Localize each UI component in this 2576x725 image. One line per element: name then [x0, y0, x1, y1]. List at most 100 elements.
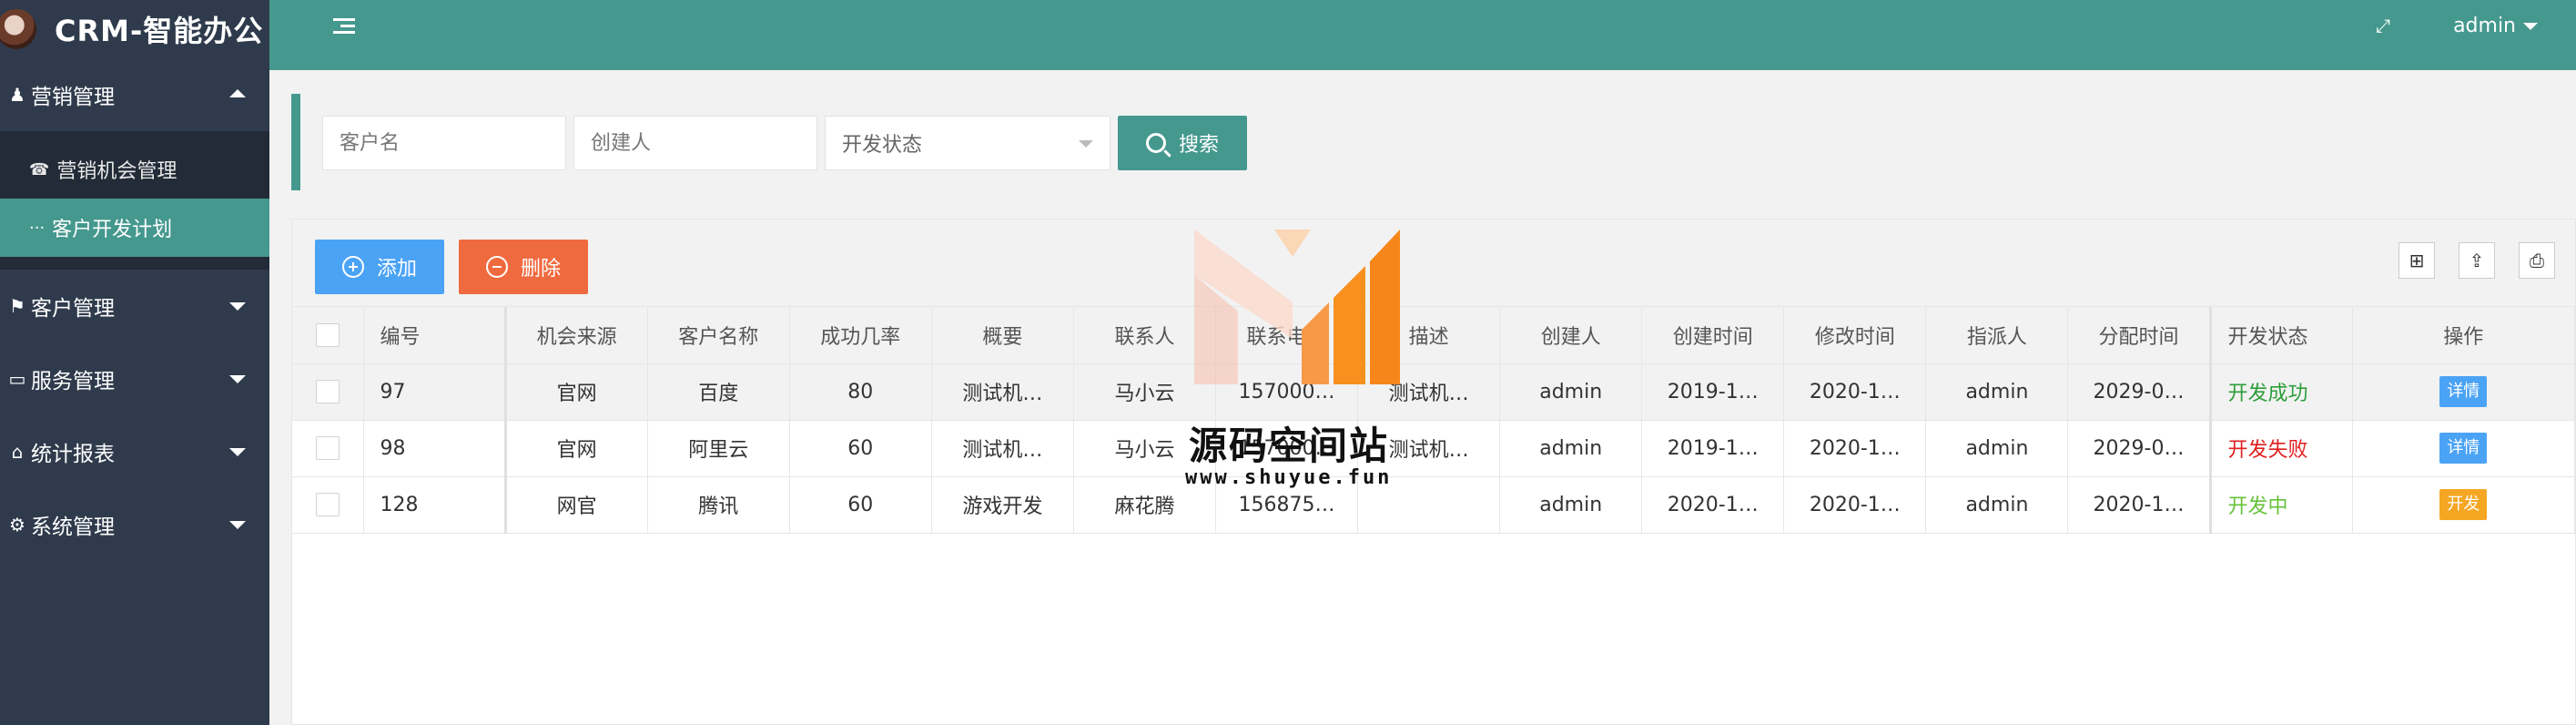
- sidebar-item-opportunities[interactable]: ☎ 营销机会管理: [0, 140, 269, 199]
- cell-desc: 测试机…: [1357, 363, 1501, 421]
- column-header[interactable]: 分配时间: [2067, 307, 2211, 364]
- row-checkbox-cell: [292, 363, 364, 421]
- sidebar-group-system[interactable]: ⚙ 系统管理: [0, 488, 269, 561]
- cell-modified: 2020-1…: [1783, 420, 1927, 477]
- ellipsis-icon: ···: [29, 218, 46, 238]
- cell-created: 2019-1…: [1641, 420, 1785, 477]
- select-all-cell: [292, 307, 364, 364]
- export-icon[interactable]: ⇪: [2459, 242, 2495, 279]
- creator-input[interactable]: [573, 116, 817, 170]
- search-button[interactable]: 搜索: [1118, 116, 1247, 170]
- cell-action: 详情: [2352, 363, 2576, 421]
- cell-summary: 游戏开发: [931, 476, 1074, 534]
- column-header[interactable]: 联系电话: [1215, 307, 1359, 364]
- avatar: [0, 9, 36, 49]
- cell-id: 97: [363, 363, 506, 421]
- row-checkbox-cell: [292, 420, 364, 477]
- cell-creator: admin: [1499, 476, 1643, 534]
- cell-status: 开发失败: [2208, 420, 2353, 477]
- menu-toggle-icon[interactable]: [333, 18, 355, 35]
- table-toolbar: 添加 删除 ⊞ ⇪ ⎙: [292, 220, 2575, 307]
- sidebar: CRM-智能办公 ♟ 营销管理 ☎ 营销机会管理 ··· 客户开发计划 ⚑ 客户…: [0, 0, 269, 725]
- column-header[interactable]: 客户名称: [647, 307, 790, 364]
- column-header[interactable]: 创建时间: [1641, 307, 1785, 364]
- status-select[interactable]: 开发状态: [825, 116, 1111, 170]
- user-menu[interactable]: admin: [2453, 15, 2538, 37]
- gears-icon: ⚙: [9, 514, 25, 536]
- status-select-value: 开发状态: [842, 134, 923, 157]
- cell-action: 详情: [2352, 420, 2576, 477]
- cell-phone: 157000…: [1215, 363, 1359, 421]
- add-button[interactable]: 添加: [315, 240, 444, 294]
- search-panel: 开发状态 搜索: [291, 94, 2554, 190]
- cell-modified: 2020-1…: [1783, 363, 1927, 421]
- columns-icon[interactable]: ⊞: [2399, 242, 2435, 279]
- sidebar-group-service[interactable]: ▭ 服务管理: [0, 342, 269, 415]
- detail-button[interactable]: 详情: [2439, 376, 2488, 407]
- column-header[interactable]: 编号: [363, 307, 506, 364]
- search-icon: [1145, 133, 1166, 153]
- delete-button[interactable]: 删除: [459, 240, 588, 294]
- cell-summary: 测试机…: [931, 420, 1074, 477]
- cell-source: 官网: [503, 363, 648, 421]
- chevron-down-icon: [229, 521, 246, 529]
- row-checkbox[interactable]: [315, 380, 340, 403]
- cell-created: 2019-1…: [1641, 363, 1785, 421]
- cell-modified: 2020-1…: [1783, 476, 1927, 534]
- table-row[interactable]: 128 网官 腾讯 60 游戏开发 麻花腾 156875… admin 2020…: [292, 476, 2576, 534]
- cell-assigned: 2029-0…: [2067, 420, 2211, 477]
- row-checkbox-cell: [292, 476, 364, 534]
- cell-customer: 百度: [647, 363, 790, 421]
- username: admin: [2453, 15, 2516, 37]
- watermark-text: 源码空间站: [1189, 424, 1390, 468]
- sidebar-group-customers[interactable]: ⚑ 客户管理: [0, 270, 269, 342]
- user-icon: ♟: [9, 84, 25, 106]
- select-all-checkbox[interactable]: [315, 322, 340, 347]
- column-header[interactable]: 描述: [1357, 307, 1501, 364]
- cell-contact: 马小云: [1073, 363, 1217, 421]
- home-icon: ⌂: [11, 441, 24, 463]
- sidebar-group-marketing[interactable]: ♟ 营销管理: [0, 58, 269, 131]
- table-row[interactable]: 97 官网 百度 80 测试机… 马小云 157000… 测试机… admin …: [292, 363, 2576, 421]
- cell-created: 2020-1…: [1641, 476, 1785, 534]
- column-header[interactable]: 指派人: [1925, 307, 2069, 364]
- chevron-up-icon: [229, 89, 246, 97]
- table-row[interactable]: 98 官网 阿里云 60 测试机… 马小云 157000… 测试机… admin…: [292, 420, 2576, 477]
- data-table: 编号 机会来源 客户名称 成功几率 概要 联系人 联系电话 描述 创建人 创建时…: [292, 307, 2576, 534]
- flag-icon: ⚑: [9, 295, 25, 317]
- column-header[interactable]: 联系人: [1073, 307, 1217, 364]
- column-header[interactable]: 操作: [2352, 307, 2576, 364]
- customer-name-input[interactable]: [322, 116, 566, 170]
- column-header[interactable]: 创建人: [1499, 307, 1643, 364]
- column-header[interactable]: 机会来源: [503, 307, 648, 364]
- cell-assignee: admin: [1925, 420, 2069, 477]
- detail-button[interactable]: 详情: [2439, 433, 2488, 464]
- column-header[interactable]: 概要: [931, 307, 1074, 364]
- minus-circle-icon: [485, 256, 508, 278]
- chevron-down-icon: [1079, 140, 1093, 148]
- fullscreen-icon[interactable]: ⤢: [2376, 16, 2394, 35]
- row-checkbox[interactable]: [315, 493, 340, 516]
- chevron-down-icon: [229, 448, 246, 456]
- develop-button[interactable]: 开发: [2439, 489, 2488, 520]
- table-panel: 添加 删除 ⊞ ⇪ ⎙ 编号 机会来源 客户名称 成功几率 概要 联系人 联系电…: [291, 219, 2576, 725]
- cell-status: 开发成功: [2208, 363, 2353, 421]
- column-header[interactable]: 开发状态: [2208, 307, 2353, 364]
- chevron-down-icon: [229, 375, 246, 383]
- print-icon[interactable]: ⎙: [2519, 242, 2555, 279]
- sidebar-group-reports[interactable]: ⌂ 统计报表: [0, 415, 269, 488]
- sidebar-group-label: 客户管理: [31, 297, 115, 321]
- sidebar-item-dev-plan[interactable]: ··· 客户开发计划: [0, 199, 269, 257]
- plus-circle-icon: [341, 256, 364, 278]
- cell-source: 官网: [503, 420, 648, 477]
- row-checkbox[interactable]: [315, 436, 340, 460]
- cell-rate: 80: [789, 363, 932, 421]
- column-header[interactable]: 成功几率: [789, 307, 932, 364]
- table-header-row: 编号 机会来源 客户名称 成功几率 概要 联系人 联系电话 描述 创建人 创建时…: [292, 307, 2576, 364]
- sidebar-group-label: 统计报表: [31, 443, 115, 466]
- column-header[interactable]: 修改时间: [1783, 307, 1927, 364]
- cell-assignee: admin: [1925, 476, 2069, 534]
- phone-icon: ☎: [29, 159, 50, 179]
- watermark-url: www.shuyue.fun: [1185, 466, 1393, 489]
- app-title: CRM-智能办公: [55, 14, 264, 48]
